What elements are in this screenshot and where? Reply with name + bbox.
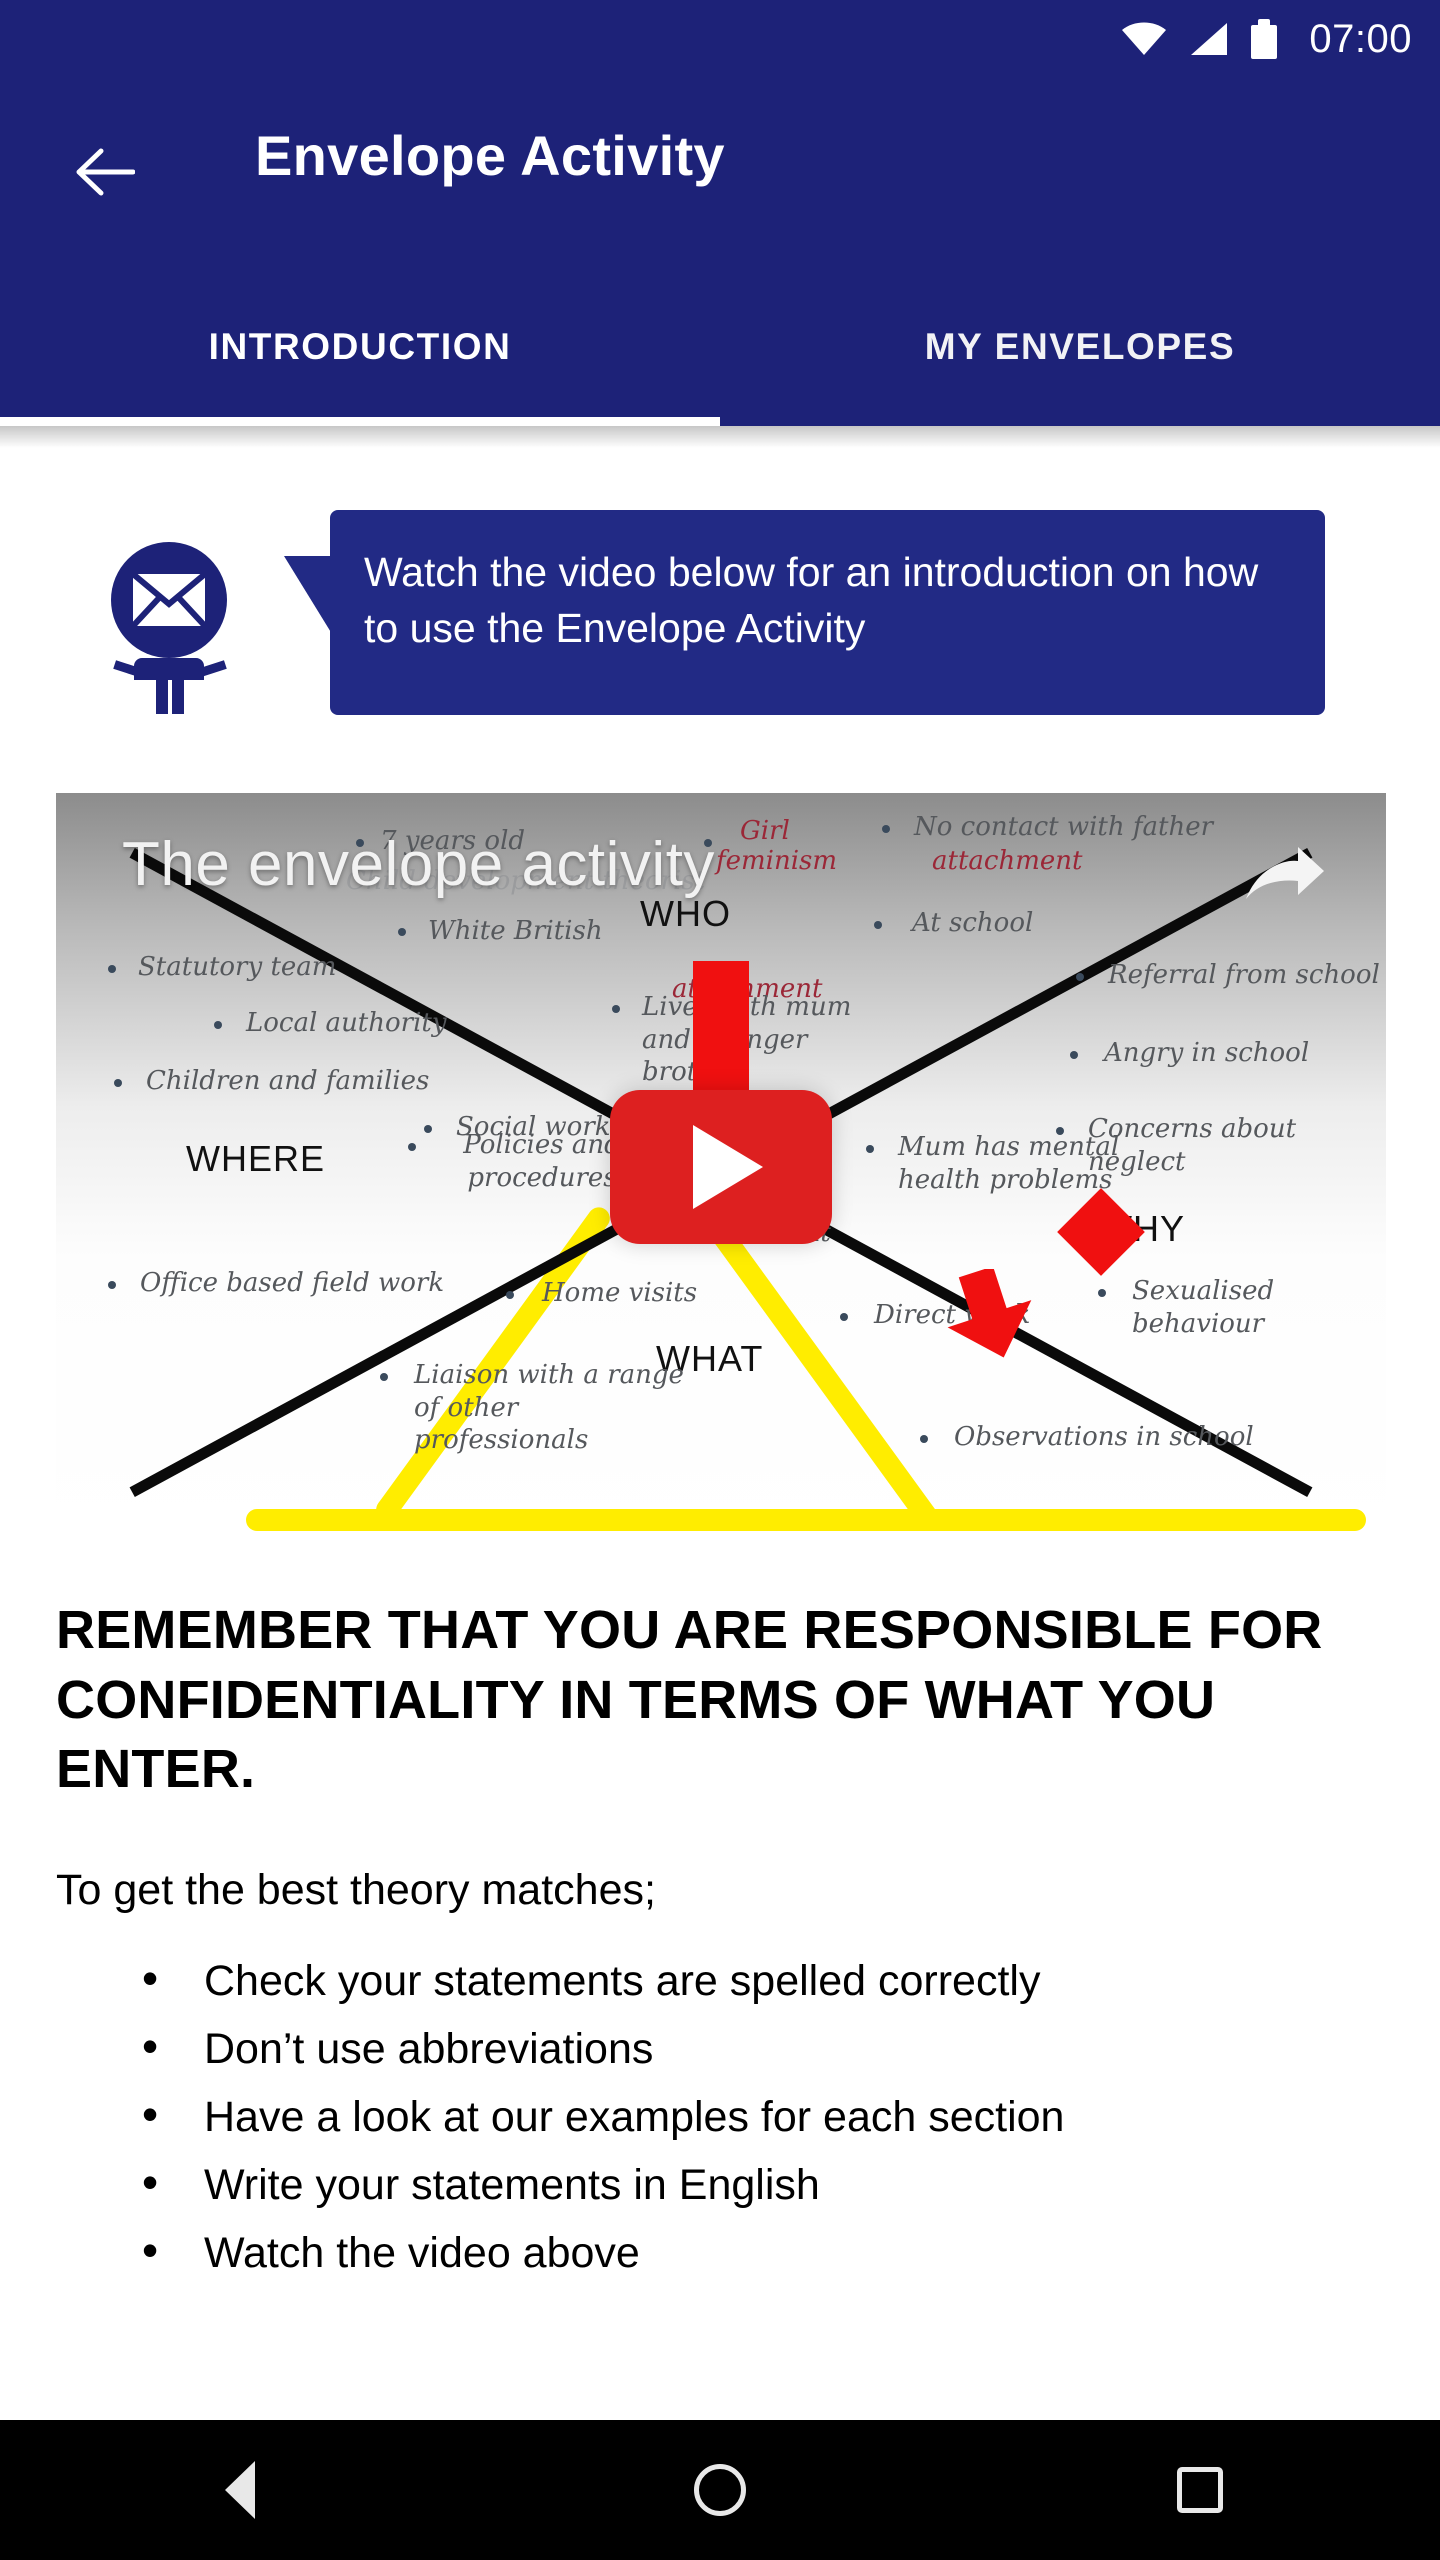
note-bullet (398, 928, 406, 936)
video-note: Mum has mental health problems (898, 1132, 1120, 1195)
confidentiality-warning: REMEMBER THAT YOU ARE RESPONSIBLE FOR CO… (56, 1600, 1323, 1800)
video-note: Sexualised behaviour (1132, 1276, 1275, 1339)
red-diamond-annotation (1057, 1188, 1145, 1276)
video-note: Girl (740, 816, 790, 846)
hint-text: Watch the video below for an introductio… (364, 549, 1259, 652)
hint-bubble: Watch the video below for an introductio… (284, 510, 1325, 715)
note-bullet (866, 1145, 874, 1153)
tips-intro-text: To get the best theory matches; (56, 1866, 656, 1914)
signal-icon (1191, 23, 1228, 55)
video-note: attachment (932, 846, 1083, 876)
app-screen: 07:00 Envelope Activity INTRODUCTION MY … (0, 0, 1440, 2560)
note-bullet (1076, 973, 1084, 981)
note-bullet (1070, 1051, 1078, 1059)
nav-back-button[interactable] (180, 2430, 300, 2550)
video-note: Referral from school (1108, 960, 1380, 990)
note-bullet (1098, 1289, 1106, 1297)
envelope-icon (133, 574, 205, 626)
tab-introduction-label: INTRODUCTION (208, 326, 512, 367)
note-bullet (874, 921, 882, 929)
note-bullet (408, 1143, 416, 1151)
hint-row: Watch the video below for an introductio… (0, 474, 1440, 734)
note-bullet (882, 825, 890, 833)
app-bar: Envelope Activity (0, 78, 1440, 268)
red-arrow-annotation (947, 1269, 1032, 1358)
video-note: Local authority (246, 1008, 447, 1038)
note-bullet (840, 1313, 848, 1321)
note-bullet (612, 1005, 620, 1013)
share-arrow-icon[interactable] (1242, 841, 1328, 907)
note-bullet (380, 1373, 388, 1381)
video-thumbnail[interactable]: The envelope activity WHO WHERE WHAT WHY… (56, 793, 1386, 1541)
system-navigation-bar (0, 2420, 1440, 2560)
note-bullet (214, 1021, 222, 1029)
tab-introduction[interactable]: INTRODUCTION (0, 268, 720, 426)
status-bar-clock: 07:00 (1309, 16, 1412, 61)
video-note: At school (912, 908, 1034, 938)
list-item: Watch the video above (130, 2227, 1430, 2275)
video-note: No contact with father (914, 812, 1214, 842)
hint-bubble-tail (284, 556, 332, 634)
back-icon (225, 2461, 255, 2519)
status-bar-icons: 07:00 (1121, 17, 1412, 62)
battery-icon (1251, 19, 1278, 59)
video-note: feminism (716, 846, 838, 876)
tab-my-envelopes-label: MY ENVELOPES (924, 326, 1236, 367)
note-bullet (114, 1079, 122, 1087)
video-note: Children and families (146, 1066, 430, 1096)
list-item: Don’t use abbreviations (130, 2023, 1430, 2071)
video-note: White British (428, 916, 603, 946)
note-bullet (108, 965, 116, 973)
envelope-mascot-icon (104, 542, 234, 714)
home-icon (694, 2464, 746, 2516)
nav-recents-button[interactable] (1140, 2430, 1260, 2550)
video-title: The envelope activity (122, 830, 715, 899)
note-bullet (424, 1125, 432, 1133)
recents-icon (1177, 2467, 1223, 2513)
video-note: Home visits (542, 1278, 698, 1308)
note-bullet (506, 1291, 514, 1299)
video-note: Lives with mum and younger brother (642, 992, 852, 1087)
tab-my-envelopes[interactable]: MY ENVELOPES (720, 268, 1440, 426)
video-label-where: WHERE (186, 1138, 325, 1179)
video-note: Observations in school (954, 1422, 1254, 1452)
list-item: Check your statements are spelled correc… (130, 1955, 1430, 2003)
page-title: Envelope Activity (255, 124, 725, 187)
youtube-play-icon[interactable] (610, 1090, 832, 1244)
status-bar: 07:00 (0, 0, 1440, 78)
tab-bar-shadow (0, 426, 1440, 448)
video-note: Office based field work (140, 1268, 445, 1298)
video-note: Angry in school (1104, 1038, 1310, 1068)
note-bullet (108, 1281, 116, 1289)
content-area: Watch the video below for an introductio… (0, 448, 1440, 2420)
tab-bar: INTRODUCTION MY ENVELOPES (0, 268, 1440, 426)
note-bullet (920, 1435, 928, 1443)
play-triangle-icon (693, 1125, 763, 1209)
video-note: Liaison with a range of other profession… (414, 1360, 684, 1455)
list-item: Write your statements in English (130, 2159, 1430, 2207)
highlight-stroke-bottom-right (756, 1509, 1366, 1531)
video-note: Statutory team (138, 952, 337, 982)
list-item: Have a look at our examples for each sec… (130, 2091, 1430, 2139)
nav-home-button[interactable] (660, 2430, 780, 2550)
back-button[interactable] (62, 130, 146, 214)
arrow-left-icon (76, 148, 135, 196)
wifi-icon (1122, 22, 1167, 55)
tab-active-indicator (0, 417, 720, 426)
tips-list: Check your statements are spelled correc… (130, 1955, 1430, 2300)
